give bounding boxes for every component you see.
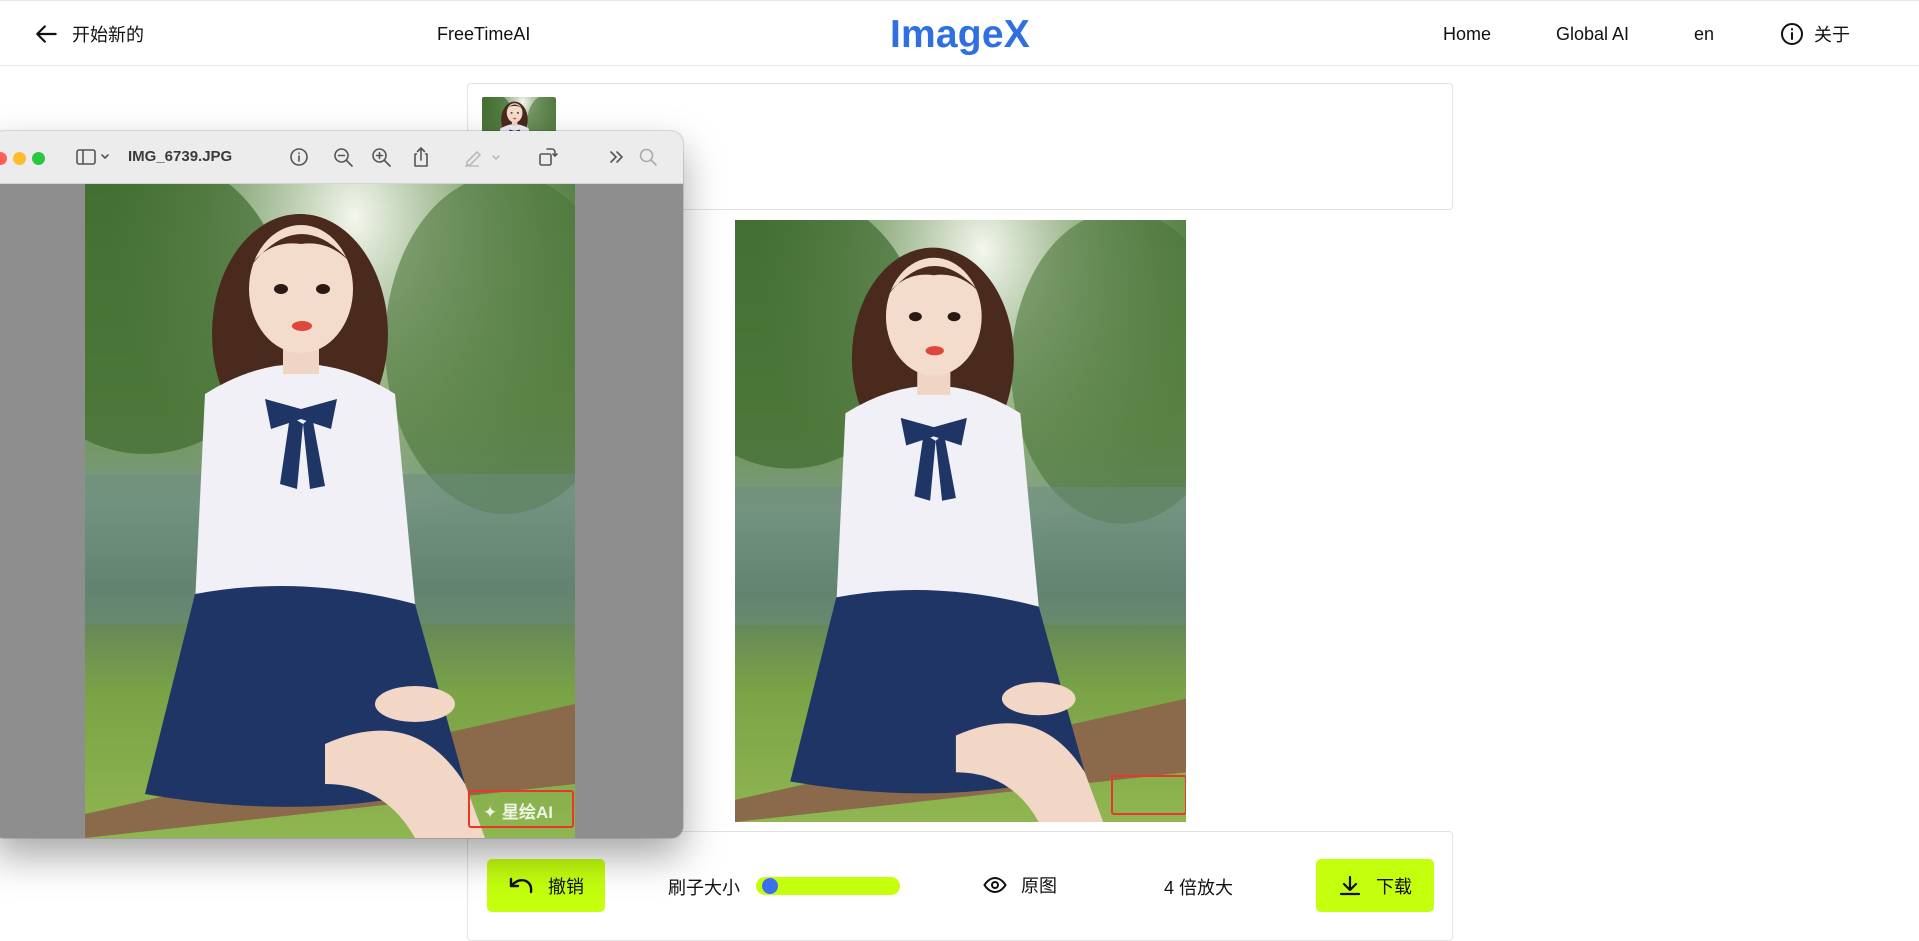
preview-canvas: ✦ 星绘AI (0, 184, 683, 838)
nav-language[interactable]: en (1694, 24, 1714, 45)
back-start-new-button[interactable]: 开始新的 (34, 21, 144, 47)
zoom-in-icon (372, 148, 391, 167)
removed-watermark-highlight (1111, 775, 1186, 815)
info-icon (1781, 23, 1803, 45)
brush-size-slider-knob[interactable] (762, 878, 778, 894)
upscale-4x-button[interactable]: 4 倍放大 (1164, 874, 1233, 900)
zoom-in-button[interactable] (370, 146, 392, 168)
show-original-button[interactable]: 原图 (983, 872, 1057, 898)
close-window-button[interactable] (0, 152, 7, 165)
undo-button[interactable]: 撤销 (487, 859, 605, 912)
imagex-logo[interactable]: ImageX (890, 13, 1030, 57)
brush-size-label: 刷子大小 (668, 878, 740, 898)
markup-button[interactable] (462, 146, 502, 168)
nav-global-ai[interactable]: Global AI (1556, 24, 1629, 45)
preview-window[interactable]: IMG_6739.JPG ✦ 星绘AI (0, 131, 683, 838)
share-button[interactable] (410, 146, 432, 168)
brush-size-slider[interactable] (756, 877, 900, 895)
minimize-window-button[interactable] (13, 152, 26, 165)
share-icon (414, 147, 428, 167)
arrow-left-icon (36, 25, 57, 43)
preview-titlebar[interactable]: IMG_6739.JPG (0, 131, 683, 184)
maximize-window-button[interactable] (32, 152, 45, 165)
undo-label: 撤销 (548, 876, 584, 897)
more-tools-button[interactable] (606, 146, 628, 168)
sidebar-icon (76, 149, 109, 165)
original-label: 原图 (1021, 876, 1057, 896)
preview-photo: ✦ 星绘AI (85, 184, 575, 838)
result-image[interactable] (735, 220, 1186, 822)
zoom-out-button[interactable] (332, 146, 354, 168)
zoom-out-icon (334, 148, 353, 167)
sidebar-toggle-button[interactable] (75, 146, 115, 168)
rotate-icon (539, 148, 558, 166)
download-button[interactable]: 下载 (1316, 859, 1434, 912)
top-navbar: 开始新的 FreeTimeAI ImageX Home Global AI en… (0, 0, 1919, 66)
about-label: 关于 (1814, 25, 1850, 45)
markup-icon (465, 150, 500, 167)
download-label: 下载 (1376, 876, 1412, 897)
info-icon (290, 148, 308, 166)
preview-file-title: IMG_6739.JPG (128, 148, 233, 165)
watermark-highlight (468, 790, 574, 828)
more-icon (610, 151, 624, 163)
nav-home[interactable]: Home (1443, 24, 1491, 45)
inspector-button[interactable] (288, 146, 310, 168)
undo-icon (509, 877, 533, 893)
rotate-button[interactable] (537, 146, 559, 168)
nav-about[interactable]: 关于 (1780, 21, 1850, 47)
editor-toolbar: 撤销 刷子大小 原图 4 倍放大 下载 (467, 831, 1453, 941)
freetimeai-link[interactable]: FreeTimeAI (437, 24, 530, 45)
eye-icon (983, 876, 1007, 894)
search-button[interactable] (637, 146, 659, 168)
download-icon (1339, 875, 1361, 895)
search-icon (639, 148, 657, 166)
back-label: 开始新的 (72, 25, 144, 45)
